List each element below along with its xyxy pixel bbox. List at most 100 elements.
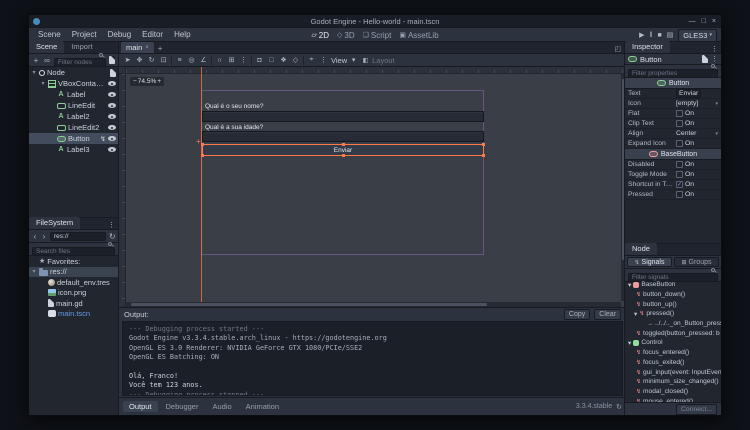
collapse-icon[interactable]: ▾ xyxy=(31,268,37,275)
scene-tab-main[interactable]: main × xyxy=(121,42,154,53)
selection-handle[interactable] xyxy=(482,154,485,157)
property-row-text[interactable]: Text Enviar xyxy=(625,89,721,99)
distraction-free-icon[interactable]: ◰ xyxy=(611,45,624,53)
scene-filter-input[interactable] xyxy=(54,58,106,67)
filter-properties-input[interactable] xyxy=(628,69,718,78)
property-value[interactable]: On xyxy=(676,140,718,147)
update-spinner-icon[interactable]: ↻ xyxy=(616,403,622,411)
visibility-eye-icon[interactable] xyxy=(108,125,116,130)
signal-row[interactable]: ▾ BaseButton xyxy=(625,280,721,290)
scene-tree-row-label[interactable]: A Label xyxy=(29,89,118,100)
visibility-eye-icon[interactable] xyxy=(108,114,116,119)
bottom-tab-debugger[interactable]: Debugger xyxy=(160,401,205,412)
signal-row[interactable]: ↯ focus_entered() xyxy=(625,348,721,358)
play-button-icon[interactable]: ▶ xyxy=(639,31,644,39)
scene-tree-row-label2[interactable]: A Label2 xyxy=(29,111,118,122)
canvas-label2[interactable]: Qual é a sua idade? xyxy=(205,124,263,131)
signal-row[interactable]: ↯ focus_exited() xyxy=(625,358,721,368)
signal-row[interactable]: ↯ modal_closed() xyxy=(625,387,721,397)
collapse-icon[interactable]: ▾ xyxy=(628,281,631,289)
property-row-expand-icon[interactable]: Expand Icon On xyxy=(625,139,721,149)
title-bar[interactable]: Godot Engine - Hello-world - main.tscn —… xyxy=(29,15,721,28)
property-row-clip-text[interactable]: Clip Text On xyxy=(625,119,721,129)
2d-viewport[interactable]: Qual é o seu nome? Qual é a sua idade? E… xyxy=(119,67,626,307)
menu-debug[interactable]: Debug xyxy=(103,28,137,42)
selection-handle[interactable] xyxy=(201,143,204,146)
tab-node[interactable]: Node xyxy=(625,243,657,255)
fs-row-main-tscn[interactable]: main.tscn xyxy=(29,309,118,320)
collapse-icon[interactable]: ▾ xyxy=(628,339,631,347)
close-icon[interactable]: × xyxy=(712,18,716,25)
signal-row[interactable]: ↯ minimum_size_changed() xyxy=(625,377,721,387)
visibility-eye-icon[interactable] xyxy=(108,81,116,86)
select-tool-icon[interactable]: ➤ xyxy=(123,56,132,64)
checkbox-icon[interactable] xyxy=(676,191,683,198)
visibility-eye-icon[interactable] xyxy=(108,103,116,108)
snap-menu-icon[interactable]: ⋮ xyxy=(239,56,248,64)
rotate-tool-icon[interactable]: ↻ xyxy=(147,56,156,64)
signal-row[interactable]: ↯ gui_input(event: InputEven xyxy=(625,367,721,377)
search-files-input[interactable] xyxy=(32,247,115,256)
zoom-out-button[interactable]: − xyxy=(133,78,137,85)
pause-button-icon[interactable]: ‖ xyxy=(650,32,653,39)
output-log[interactable]: --- Debugging process started --- Godot E… xyxy=(122,321,623,396)
scroll-thumb[interactable] xyxy=(130,303,488,306)
property-row-toggle-mode[interactable]: Toggle Mode On xyxy=(625,170,721,180)
property-value[interactable]: On xyxy=(676,110,718,117)
checkbox-icon[interactable] xyxy=(676,171,683,178)
property-value[interactable]: [empty] ▾ xyxy=(676,100,718,107)
menu-editor[interactable]: Editor xyxy=(137,28,168,42)
property-row-disabled[interactable]: Disabled On xyxy=(625,160,721,170)
unlock-icon[interactable]: □ xyxy=(267,57,276,64)
renderer-select[interactable]: GLES3 ▾ xyxy=(678,28,717,42)
selection-handle[interactable] xyxy=(342,143,345,146)
signal-row[interactable]: ▾ Control xyxy=(625,338,721,348)
workspace-tab-script[interactable]: ❏ Script xyxy=(363,31,392,40)
property-row-align[interactable]: Align Center ▾ xyxy=(625,129,721,139)
canvas[interactable]: Qual é o seu nome? Qual é a sua idade? E… xyxy=(126,67,626,307)
canvas-lineedit1[interactable] xyxy=(202,111,484,122)
workspace-tab-2d[interactable]: ▱ 2D xyxy=(311,31,329,40)
property-value[interactable]: On xyxy=(676,161,718,168)
selection-handle[interactable] xyxy=(342,154,345,157)
lock-icon[interactable]: ◘ xyxy=(255,57,264,64)
collapse-icon[interactable]: ▾ xyxy=(31,69,37,76)
selection-handle[interactable] xyxy=(482,143,485,146)
copy-button[interactable]: Copy xyxy=(563,309,591,320)
tab-filesystem[interactable]: FileSystem xyxy=(29,217,81,229)
zoom-value[interactable]: 74.5% xyxy=(138,78,156,85)
fs-row-icon-png[interactable]: icon.png xyxy=(29,288,118,299)
fs-row-main-gd[interactable]: main.gd xyxy=(29,298,118,309)
checkbox-icon[interactable] xyxy=(676,110,683,117)
property-value[interactable]: Center ▾ xyxy=(676,130,718,137)
script-attached-icon[interactable] xyxy=(110,68,116,77)
checkbox-icon[interactable] xyxy=(676,181,683,188)
clear-button[interactable]: Clear xyxy=(594,309,621,320)
dock-menu-icon[interactable]: ⋮ xyxy=(708,45,721,53)
layout-menu-button[interactable]: ◧ Layout xyxy=(361,56,395,65)
canvas-lineedit2[interactable] xyxy=(202,131,484,142)
menu-project[interactable]: Project xyxy=(67,28,102,42)
signal-row[interactable]: ↯ button_up() xyxy=(625,299,721,309)
scene-tree-row-lineedit[interactable]: LineEdit xyxy=(29,100,118,111)
scene-tree-row-label3[interactable]: A Label3 xyxy=(29,144,118,155)
scene-tree-row-lineedit2[interactable]: LineEdit2 xyxy=(29,122,118,133)
grid-snap-icon[interactable]: ⊞ xyxy=(227,56,236,64)
bottom-tab-animation[interactable]: Animation xyxy=(240,401,285,412)
property-value[interactable]: On xyxy=(676,120,718,127)
tab-inspector[interactable]: Inspector xyxy=(625,41,670,53)
property-value[interactable]: Enviar xyxy=(676,89,718,98)
visibility-eye-icon[interactable] xyxy=(108,147,116,152)
ruler-tool-icon[interactable]: ∠ xyxy=(199,56,208,64)
zoom-in-button[interactable]: + xyxy=(157,78,161,85)
maximize-icon[interactable]: □ xyxy=(702,18,706,25)
bottom-tab-output[interactable]: Output xyxy=(123,401,158,412)
dock-menu-icon[interactable]: ⋮ xyxy=(105,221,118,229)
signal-row[interactable]: → ../../.._on_Button_presse xyxy=(625,319,721,329)
property-value[interactable]: On xyxy=(676,181,718,188)
group-icon[interactable]: ❖ xyxy=(279,56,288,64)
attach-script-icon[interactable] xyxy=(109,56,115,64)
fs-row-res-[interactable]: ▾ res:// xyxy=(29,266,118,277)
collapse-icon[interactable]: ▾ xyxy=(40,80,46,87)
property-value[interactable]: On xyxy=(676,171,718,178)
